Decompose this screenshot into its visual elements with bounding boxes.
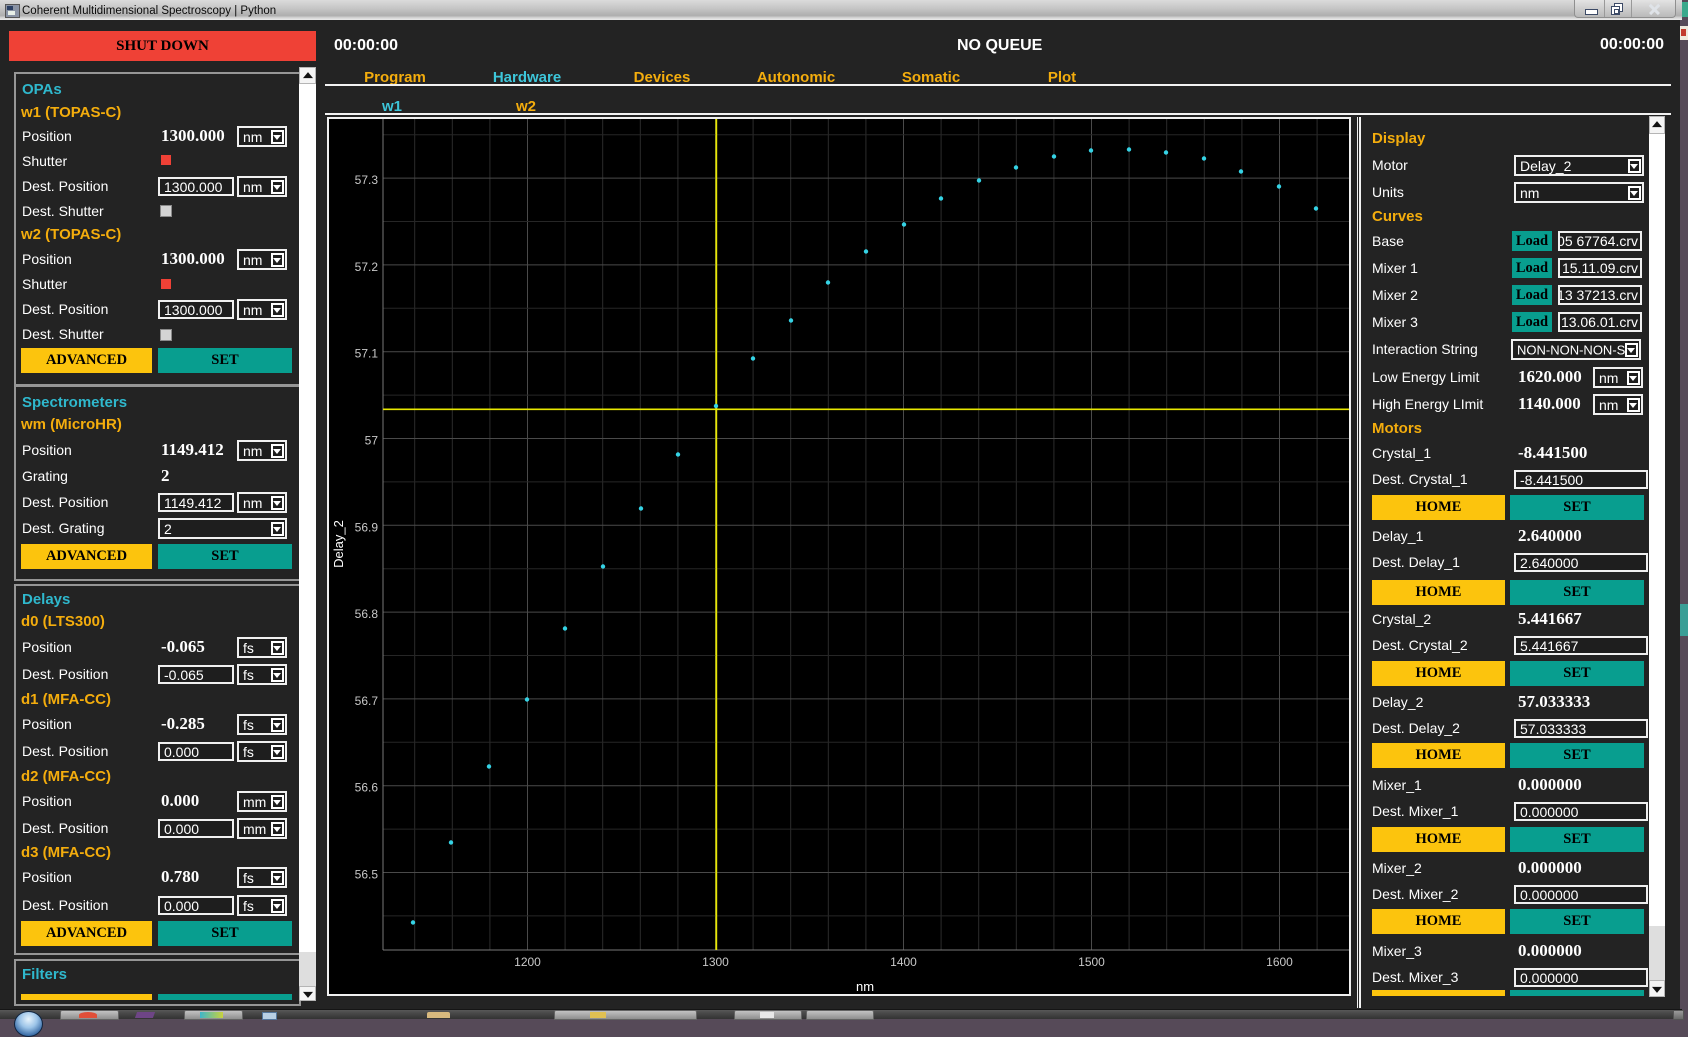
svg-text:57.3: 57.3 [355, 173, 379, 187]
svg-text:1200: 1200 [514, 955, 541, 969]
svg-text:57.2: 57.2 [355, 260, 379, 274]
svg-text:1600: 1600 [1266, 955, 1293, 969]
svg-text:57.1: 57.1 [355, 347, 379, 361]
svg-text:1400: 1400 [890, 955, 917, 969]
svg-text:56.6: 56.6 [355, 781, 379, 795]
svg-text:nm: nm [856, 979, 874, 994]
svg-text:1300: 1300 [702, 955, 729, 969]
svg-text:56.9: 56.9 [355, 520, 379, 534]
svg-text:1500: 1500 [1078, 955, 1105, 969]
svg-text:57: 57 [365, 434, 379, 448]
svg-text:56.5: 56.5 [355, 868, 379, 882]
svg-text:56.8: 56.8 [355, 607, 379, 621]
svg-text:Delay_2: Delay_2 [331, 520, 346, 568]
svg-text:56.7: 56.7 [355, 694, 379, 708]
